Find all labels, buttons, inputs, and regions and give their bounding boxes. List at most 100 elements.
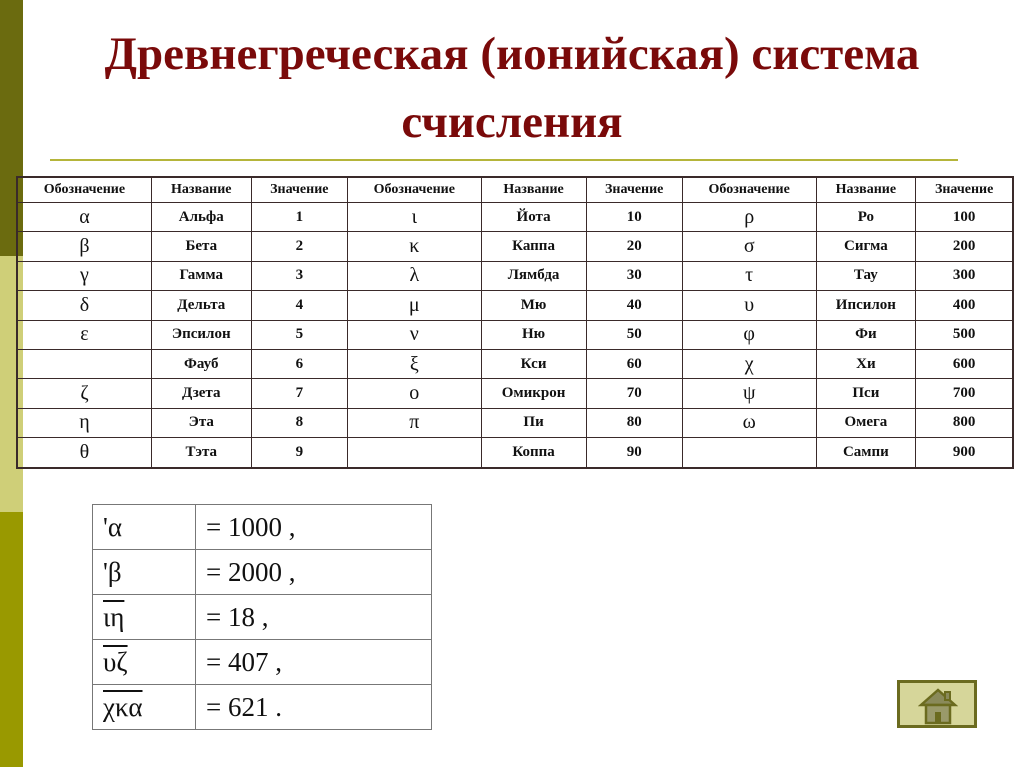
greek-symbol-cell: ξ: [347, 348, 482, 380]
numeric-value-cell: 2: [250, 231, 349, 262]
letter-name-cell: Мю: [480, 290, 587, 321]
example-value: = 621 .: [195, 684, 432, 730]
greek-symbol-cell: υ: [681, 290, 817, 321]
letter-name-cell: Хи: [815, 348, 917, 380]
numeric-value-cell: 80: [585, 407, 683, 439]
table-header-row: Обозначение Название Значение Обозначение На…: [16, 176, 1014, 203]
examples-table: 'α = 1000 ,'β = 2000 , ιη = 18 , υζ = 407 , χκα…: [92, 504, 432, 730]
greek-symbol-cell: δ: [16, 290, 152, 321]
decorative-side-bar-bottom: [0, 512, 23, 767]
numeric-value-cell: 8: [250, 407, 349, 439]
greek-symbol-cell: θ: [16, 437, 152, 469]
greek-symbol-cell: κ: [347, 231, 482, 262]
letter-name-cell: Йота: [480, 201, 587, 233]
home-button[interactable]: [897, 680, 977, 728]
greek-symbol-cell: ω: [681, 407, 817, 439]
example-value: = 407 ,: [195, 639, 432, 685]
numeric-value-cell: 700: [915, 378, 1014, 409]
slide-title-line-2: счисления: [401, 96, 623, 148]
numeric-value-cell: 300: [915, 260, 1014, 292]
example-notation-text: ιη: [103, 601, 125, 632]
letter-name-cell: Бета: [150, 231, 252, 262]
column-header: Значение: [915, 176, 1014, 203]
letter-name-cell: Пи: [480, 407, 587, 439]
example-notation: 'β: [92, 549, 196, 595]
title-divider: [50, 159, 958, 161]
column-header: Название: [815, 176, 917, 203]
numeric-value-cell: 600: [915, 348, 1014, 380]
letter-name-cell: Фауб: [150, 348, 252, 380]
greek-symbol-cell: χ: [681, 348, 817, 380]
letter-name-cell: Омега: [815, 407, 917, 439]
column-header: Обозначение: [681, 176, 817, 203]
table-row: ε Эпсилон 5 ν Ню 50 φ Фи 500: [16, 319, 1014, 350]
letter-name-cell: Тэта: [150, 437, 252, 469]
letter-name-cell: Сигма: [815, 231, 917, 262]
numeric-value-cell: 5: [250, 319, 349, 350]
example-value: = 1000 ,: [195, 504, 432, 550]
letter-name-cell: Ро: [815, 201, 917, 233]
letter-name-cell: Лямбда: [480, 260, 587, 292]
greek-symbol-cell: ε: [16, 319, 152, 350]
numeric-value-cell: 200: [915, 231, 1014, 262]
table-row: ζ Дзета 7 ο Омикрон 70 ψ Пси 700: [16, 378, 1014, 409]
letter-name-cell: Альфа: [150, 201, 252, 233]
table-row: α Альфа 1 ι Йота 10 ρ Ро 100: [16, 201, 1014, 233]
example-notation-text: 'α: [103, 511, 123, 542]
numeric-value-cell: 70: [585, 378, 683, 409]
greek-symbol-cell: ν: [347, 319, 482, 350]
example-notation-text: υζ: [103, 646, 128, 677]
numeric-value-cell: 500: [915, 319, 1014, 350]
letter-name-cell: Фи: [815, 319, 917, 350]
column-header: Обозначение: [16, 176, 152, 203]
greek-symbol-cell: η: [16, 407, 152, 439]
example-notation: 'α: [92, 504, 196, 550]
greek-symbol-cell: φ: [681, 319, 817, 350]
letter-name-cell: Тау: [815, 260, 917, 292]
letter-name-cell: Эпсилон: [150, 319, 252, 350]
numeric-value-cell: 3: [250, 260, 349, 292]
column-header: Значение: [585, 176, 683, 203]
greek-symbol-cell: γ: [16, 260, 152, 292]
slide-title: Древнегреческая (ионийская) система счис…: [0, 20, 1024, 156]
example-value: = 2000 ,: [195, 549, 432, 595]
greek-symbol-cell: [347, 437, 482, 469]
greek-symbol-cell: α: [16, 201, 152, 233]
example-notation-text: χκα: [103, 691, 143, 722]
column-header: Значение: [250, 176, 349, 203]
numeric-value-cell: 50: [585, 319, 683, 350]
letter-name-cell: Ипсилон: [815, 290, 917, 321]
greek-symbol-cell: [16, 348, 152, 380]
home-icon: [918, 688, 958, 725]
example-row: 'α = 1000 ,: [92, 504, 432, 550]
greek-numerals-table: Обозначение Название Значение Обозначение На…: [16, 176, 1014, 469]
example-notation: χκα: [92, 684, 196, 730]
example-notation: υζ: [92, 639, 196, 685]
table-row: θ Тэта 9 Коппа 90 Сампи 900: [16, 437, 1014, 469]
letter-name-cell: Коппа: [480, 437, 587, 469]
letter-name-cell: Гамма: [150, 260, 252, 292]
greek-symbol-cell: ο: [347, 378, 482, 409]
column-header: Название: [150, 176, 252, 203]
letter-name-cell: Каппа: [480, 231, 587, 262]
table-row: δ Дельта 4 μ Мю 40 υ Ипсилон 400: [16, 290, 1014, 321]
numeric-value-cell: 90: [585, 437, 683, 469]
greek-symbol-cell: τ: [681, 260, 817, 292]
table-row: Фауб 6 ξ Кси 60 χ Хи 600: [16, 348, 1014, 380]
greek-symbol-cell: [681, 437, 817, 469]
greek-symbol-cell: β: [16, 231, 152, 262]
numeric-value-cell: 20: [585, 231, 683, 262]
greek-symbol-cell: μ: [347, 290, 482, 321]
numeric-value-cell: 400: [915, 290, 1014, 321]
letter-name-cell: Дельта: [150, 290, 252, 321]
letter-name-cell: Кси: [480, 348, 587, 380]
column-header: Название: [480, 176, 587, 203]
example-row: 'β = 2000 ,: [92, 549, 432, 595]
numeric-value-cell: 9: [250, 437, 349, 469]
letter-name-cell: Сампи: [815, 437, 917, 469]
table-row: γ Гамма 3 λ Лямбда 30 τ Тау 300: [16, 260, 1014, 292]
example-row: ιη = 18 ,: [92, 594, 432, 640]
numeric-value-cell: 100: [915, 201, 1014, 233]
numeric-value-cell: 7: [250, 378, 349, 409]
column-header: Обозначение: [347, 176, 482, 203]
